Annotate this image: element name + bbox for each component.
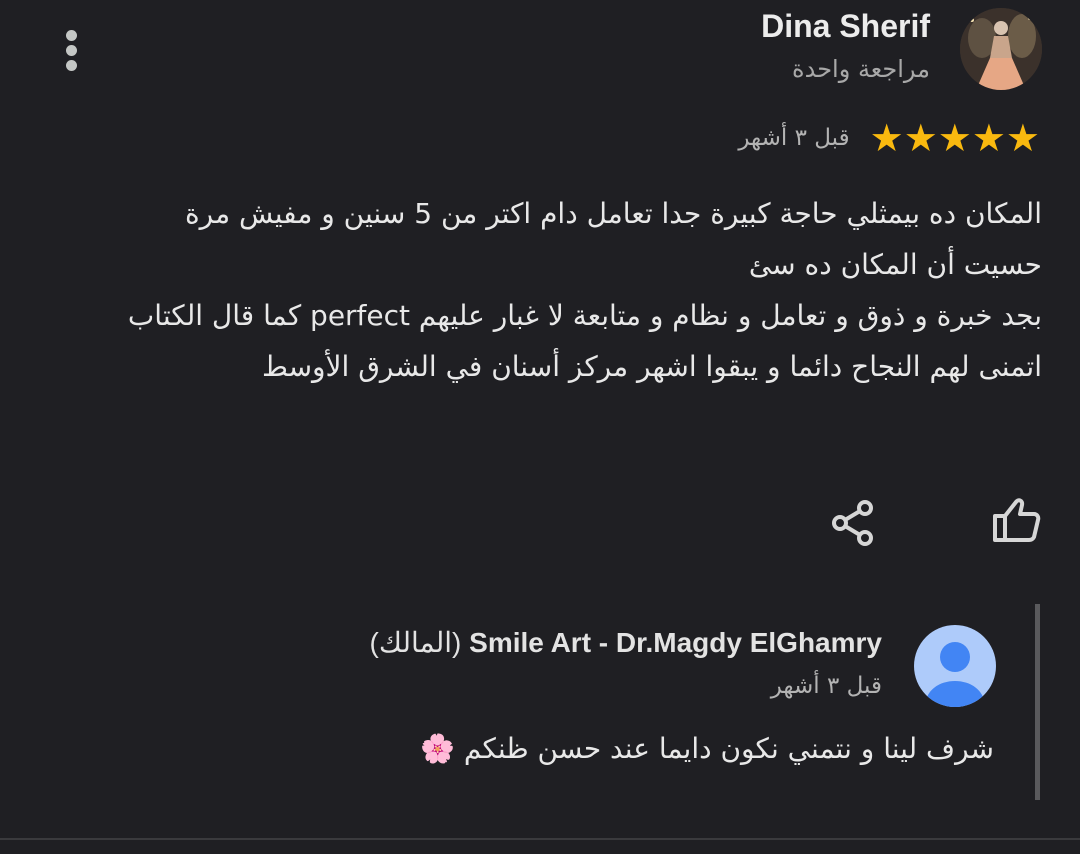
reply-divider (1035, 604, 1040, 800)
star-rating: ★ ★ ★ ★ ★ (870, 119, 1040, 157)
more-options-icon[interactable] (54, 26, 90, 74)
owner-reply-text: شرف لينا و نتمني نكون دايما عند حسن ظنكم… (420, 732, 994, 765)
owner-avatar[interactable] (914, 625, 996, 707)
star-icon: ★ (903, 116, 938, 160)
owner-reply-time: قبل ٣ أشهر (770, 673, 882, 699)
review-line: اتمنى لهم النجاح دائما و يبقوا اشهر مركز… (262, 350, 1042, 383)
thumb-up-icon[interactable] (990, 494, 1042, 546)
review-line: المكان ده بيمثلي حاجة كبيرة جدا تعامل دا… (185, 197, 1042, 281)
owner-reply: Smile Art - Dr.Magdy ElGhamry (المالك) ق… (0, 600, 1080, 805)
owner-tag: (المالك) (369, 627, 462, 658)
divider (0, 838, 1080, 840)
owner-business-name[interactable]: Smile Art - Dr.Magdy ElGhamry (469, 627, 882, 658)
star-icon: ★ (869, 116, 904, 160)
reviewer-avatar[interactable] (960, 8, 1042, 90)
review-line: بجد خبرة و ذوق و تعامل و نظام و متابعة ل… (127, 299, 1042, 332)
reviewer-name[interactable]: Dina Sherif (761, 8, 930, 45)
review-text: المكان ده بيمثلي حاجة كبيرة جدا تعامل دا… (112, 188, 1042, 392)
star-icon: ★ (1005, 116, 1040, 160)
share-icon[interactable] (830, 498, 876, 548)
star-icon: ★ (971, 116, 1006, 160)
owner-name[interactable]: Smile Art - Dr.Magdy ElGhamry (المالك) (370, 626, 882, 659)
review-time: قبل ٣ أشهر (738, 125, 850, 151)
rating-row: ★ ★ ★ ★ ★ قبل ٣ أشهر (738, 118, 1040, 158)
reviewer-review-count: مراجعة واحدة (792, 55, 930, 83)
review-card: Dina Sherif مراجعة واحدة ★ ★ ★ ★ ★ قبل ٣… (0, 0, 1080, 854)
star-icon: ★ (937, 116, 972, 160)
